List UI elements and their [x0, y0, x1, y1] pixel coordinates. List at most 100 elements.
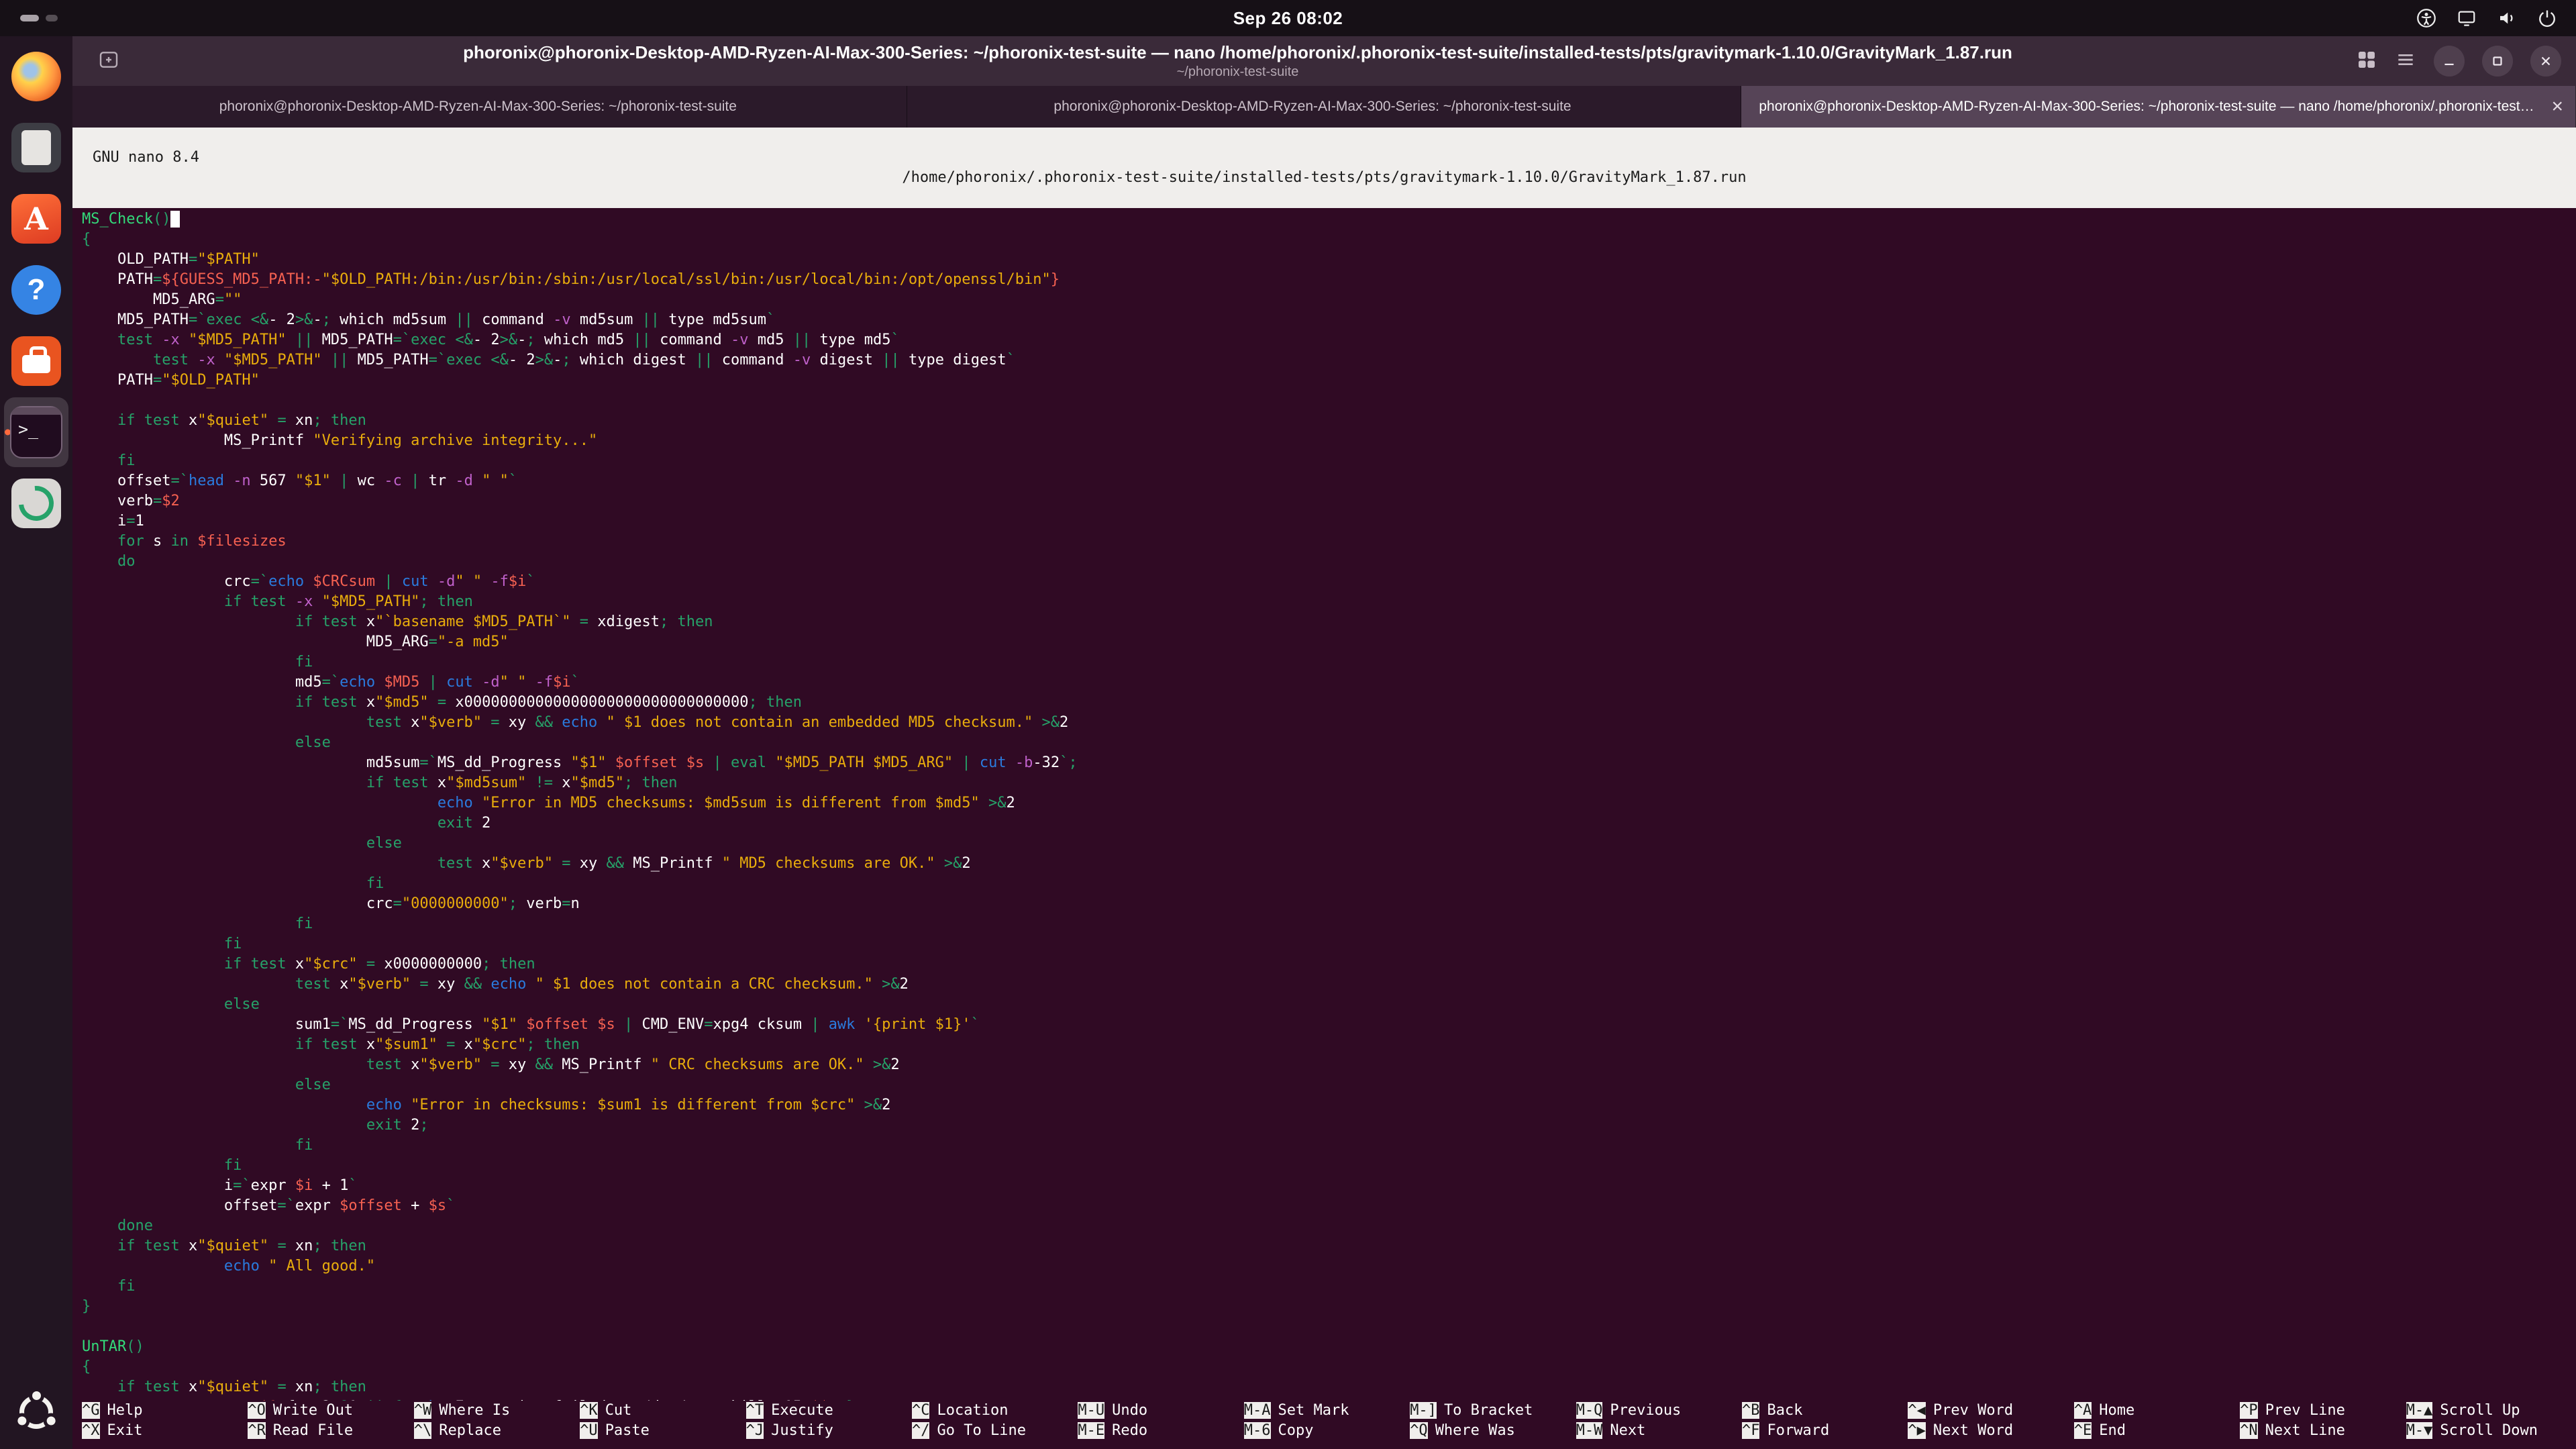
workspace-indicator[interactable] — [20, 15, 58, 21]
code-line: { — [82, 1357, 2576, 1377]
tab-close-icon[interactable]: × — [2551, 97, 2563, 117]
code-line: do — [82, 552, 2576, 572]
clock[interactable]: Sep 26 08:02 — [1233, 8, 1343, 29]
code-line: fi — [82, 1136, 2576, 1156]
shortcut-label: Replace — [439, 1422, 501, 1439]
shortcut-read-file: ^RRead File — [248, 1421, 413, 1441]
code-line: UnTAR() — [82, 1337, 2576, 1357]
code-line: else — [82, 995, 2576, 1015]
shortcut-label: Next Line — [2265, 1422, 2345, 1439]
text-cursor — [170, 211, 179, 228]
window-subtitle: ~/phoronix-test-suite — [137, 64, 2338, 80]
dock-item-firefox[interactable] — [4, 42, 68, 111]
top-bar: Sep 26 08:02 — [0, 0, 2576, 36]
shortcut-paste: ^UPaste — [580, 1421, 745, 1441]
maximize-button[interactable] — [2482, 46, 2513, 77]
shortcut-key: M-] — [1410, 1402, 1437, 1419]
shortcut-key: ^/ — [912, 1422, 930, 1439]
code-line: test x"$verb" = xy && MS_Printf " MD5 ch… — [82, 854, 2576, 874]
shortcut-key: ^X — [82, 1422, 100, 1439]
shortcut-next: M-WNext — [1576, 1421, 1742, 1441]
files-icon — [11, 123, 61, 172]
code-line: echo "Error in checksums: $sum1 is diffe… — [82, 1095, 2576, 1115]
window-titlebar[interactable]: phoronix@phoronix-Desktop-AMD-Ryzen-AI-M… — [72, 36, 2576, 86]
code-line: verb=$2 — [82, 491, 2576, 511]
dock-item-app-center[interactable]: A — [4, 184, 68, 254]
code-line: for s in $filesizes — [82, 532, 2576, 552]
shortcut-key: M-A — [1244, 1402, 1271, 1419]
terminal[interactable]: GNU nano 8.4 /home/phoronix/.phoronix-te… — [72, 128, 2576, 1449]
code-line: PATH="$OLD_PATH" — [82, 370, 2576, 391]
shortcut-label: Location — [937, 1402, 1008, 1419]
code-line: if test x"$md5" = x000000000000000000000… — [82, 693, 2576, 713]
shortcut-home: ^A Home — [2074, 1401, 2240, 1421]
code-line: fi — [82, 451, 2576, 471]
display-icon[interactable] — [2457, 8, 2477, 28]
tab-3[interactable]: phoronix@phoronix-Desktop-AMD-Ryzen-AI-M… — [1741, 86, 2576, 128]
accessibility-icon[interactable] — [2416, 8, 2436, 28]
shortcut-key: ^F — [1742, 1422, 1760, 1439]
code-line: crc=`echo $CRCsum | cut -d" " -f$i` — [82, 572, 2576, 592]
ubuntu-logo[interactable] — [14, 1390, 58, 1434]
shortcut-prev-line: ^PPrev Line — [2240, 1401, 2406, 1421]
shortcut-label: Go To Line — [937, 1422, 1025, 1439]
nano-editor[interactable]: MS_Check() { OLD_PATH="$PATH" PATH=${GUE… — [72, 208, 2576, 1401]
shortcut-key: ^\ — [414, 1422, 432, 1439]
shortcut-label: Help — [107, 1402, 143, 1419]
power-icon[interactable] — [2537, 8, 2557, 28]
help-icon: ? — [11, 265, 61, 315]
shortcut-key: ^Q — [1410, 1422, 1428, 1439]
code-line: if test x"$quiet" = xn; then — [82, 1236, 2576, 1256]
terminal-window: phoronix@phoronix-Desktop-AMD-Ryzen-AI-M… — [72, 36, 2576, 1449]
shortcut-label: Undo — [1112, 1402, 1147, 1419]
shortcut-key: M-Q — [1576, 1402, 1603, 1419]
shortcut-prev-word: ^◀Prev Word — [1908, 1401, 2073, 1421]
shortcut-where-is: ^WWhere Is — [414, 1401, 580, 1421]
shortcut-label: Forward — [1767, 1422, 1829, 1439]
shortcut-scroll-down: M-▼Scroll Down — [2406, 1421, 2572, 1441]
shortcut-label: Home — [2099, 1402, 2134, 1419]
code-line: i=`expr $i + 1` — [82, 1176, 2576, 1196]
status-tray[interactable] — [2416, 0, 2557, 36]
shortcut-scroll-up: M-▲Scroll Up — [2406, 1401, 2572, 1421]
menu-icon[interactable] — [2395, 49, 2416, 74]
dock-item-software-updater[interactable] — [4, 468, 68, 538]
code-line: exit 2; — [82, 1115, 2576, 1136]
terminal-glyph: >_ — [18, 419, 38, 439]
shortcut-label: Write Out — [273, 1402, 353, 1419]
shortcut-key: ^A — [2074, 1402, 2092, 1419]
shortcut-where-was: ^QWhere Was — [1410, 1421, 1576, 1441]
code-line — [82, 391, 2576, 411]
dock-apps: A? >_ — [4, 42, 68, 540]
tab-label: phoronix@phoronix-Desktop-AMD-Ryzen-AI-M… — [219, 99, 737, 115]
tab-1[interactable]: phoronix@phoronix-Desktop-AMD-Ryzen-AI-M… — [72, 86, 907, 128]
code-line: fi — [82, 652, 2576, 672]
nano-shortcuts: ^GHelp^OWrite Out^WWhere Is^KCut^TExecut… — [72, 1401, 2576, 1449]
code-line: i=1 — [82, 511, 2576, 532]
code-line: echo "Error in MD5 checksums: $md5sum is… — [82, 793, 2576, 813]
minimize-button[interactable] — [2434, 46, 2465, 77]
new-tab-button[interactable] — [98, 49, 119, 74]
code-line: MS_Printf "Verifying archive integrity..… — [82, 431, 2576, 451]
dock-item-help[interactable]: ? — [4, 255, 68, 325]
code-line: else — [82, 733, 2576, 753]
tab-overview-icon[interactable] — [2356, 49, 2377, 74]
volume-icon[interactable] — [2497, 8, 2517, 28]
workspace-pill-inactive — [46, 15, 58, 21]
code-line: test x"$verb" = xy && MS_Printf " CRC ch… — [82, 1055, 2576, 1075]
shortcut-key: ^W — [414, 1402, 432, 1419]
workspace-pill-active — [20, 15, 39, 21]
shortcut-next-line: ^NNext Line — [2240, 1421, 2406, 1441]
code-line: if test x"$quiet" = xn; then — [82, 411, 2576, 431]
code-line: fi — [82, 874, 2576, 894]
dock-item-terminal[interactable]: >_ — [4, 397, 68, 467]
code-line: md5=`echo $MD5 | cut -d" " -f$i` — [82, 672, 2576, 693]
shortcut-label: Exit — [107, 1422, 143, 1439]
dock-item-files[interactable] — [4, 113, 68, 183]
shortcut-set-mark: M-ASet Mark — [1244, 1401, 1410, 1421]
shortcut-label: Scroll Down — [2440, 1422, 2538, 1439]
firefox-icon — [11, 52, 61, 101]
close-button[interactable] — [2530, 46, 2561, 77]
dock-item-software[interactable] — [4, 326, 68, 396]
tab-2[interactable]: phoronix@phoronix-Desktop-AMD-Ryzen-AI-M… — [907, 86, 1742, 128]
